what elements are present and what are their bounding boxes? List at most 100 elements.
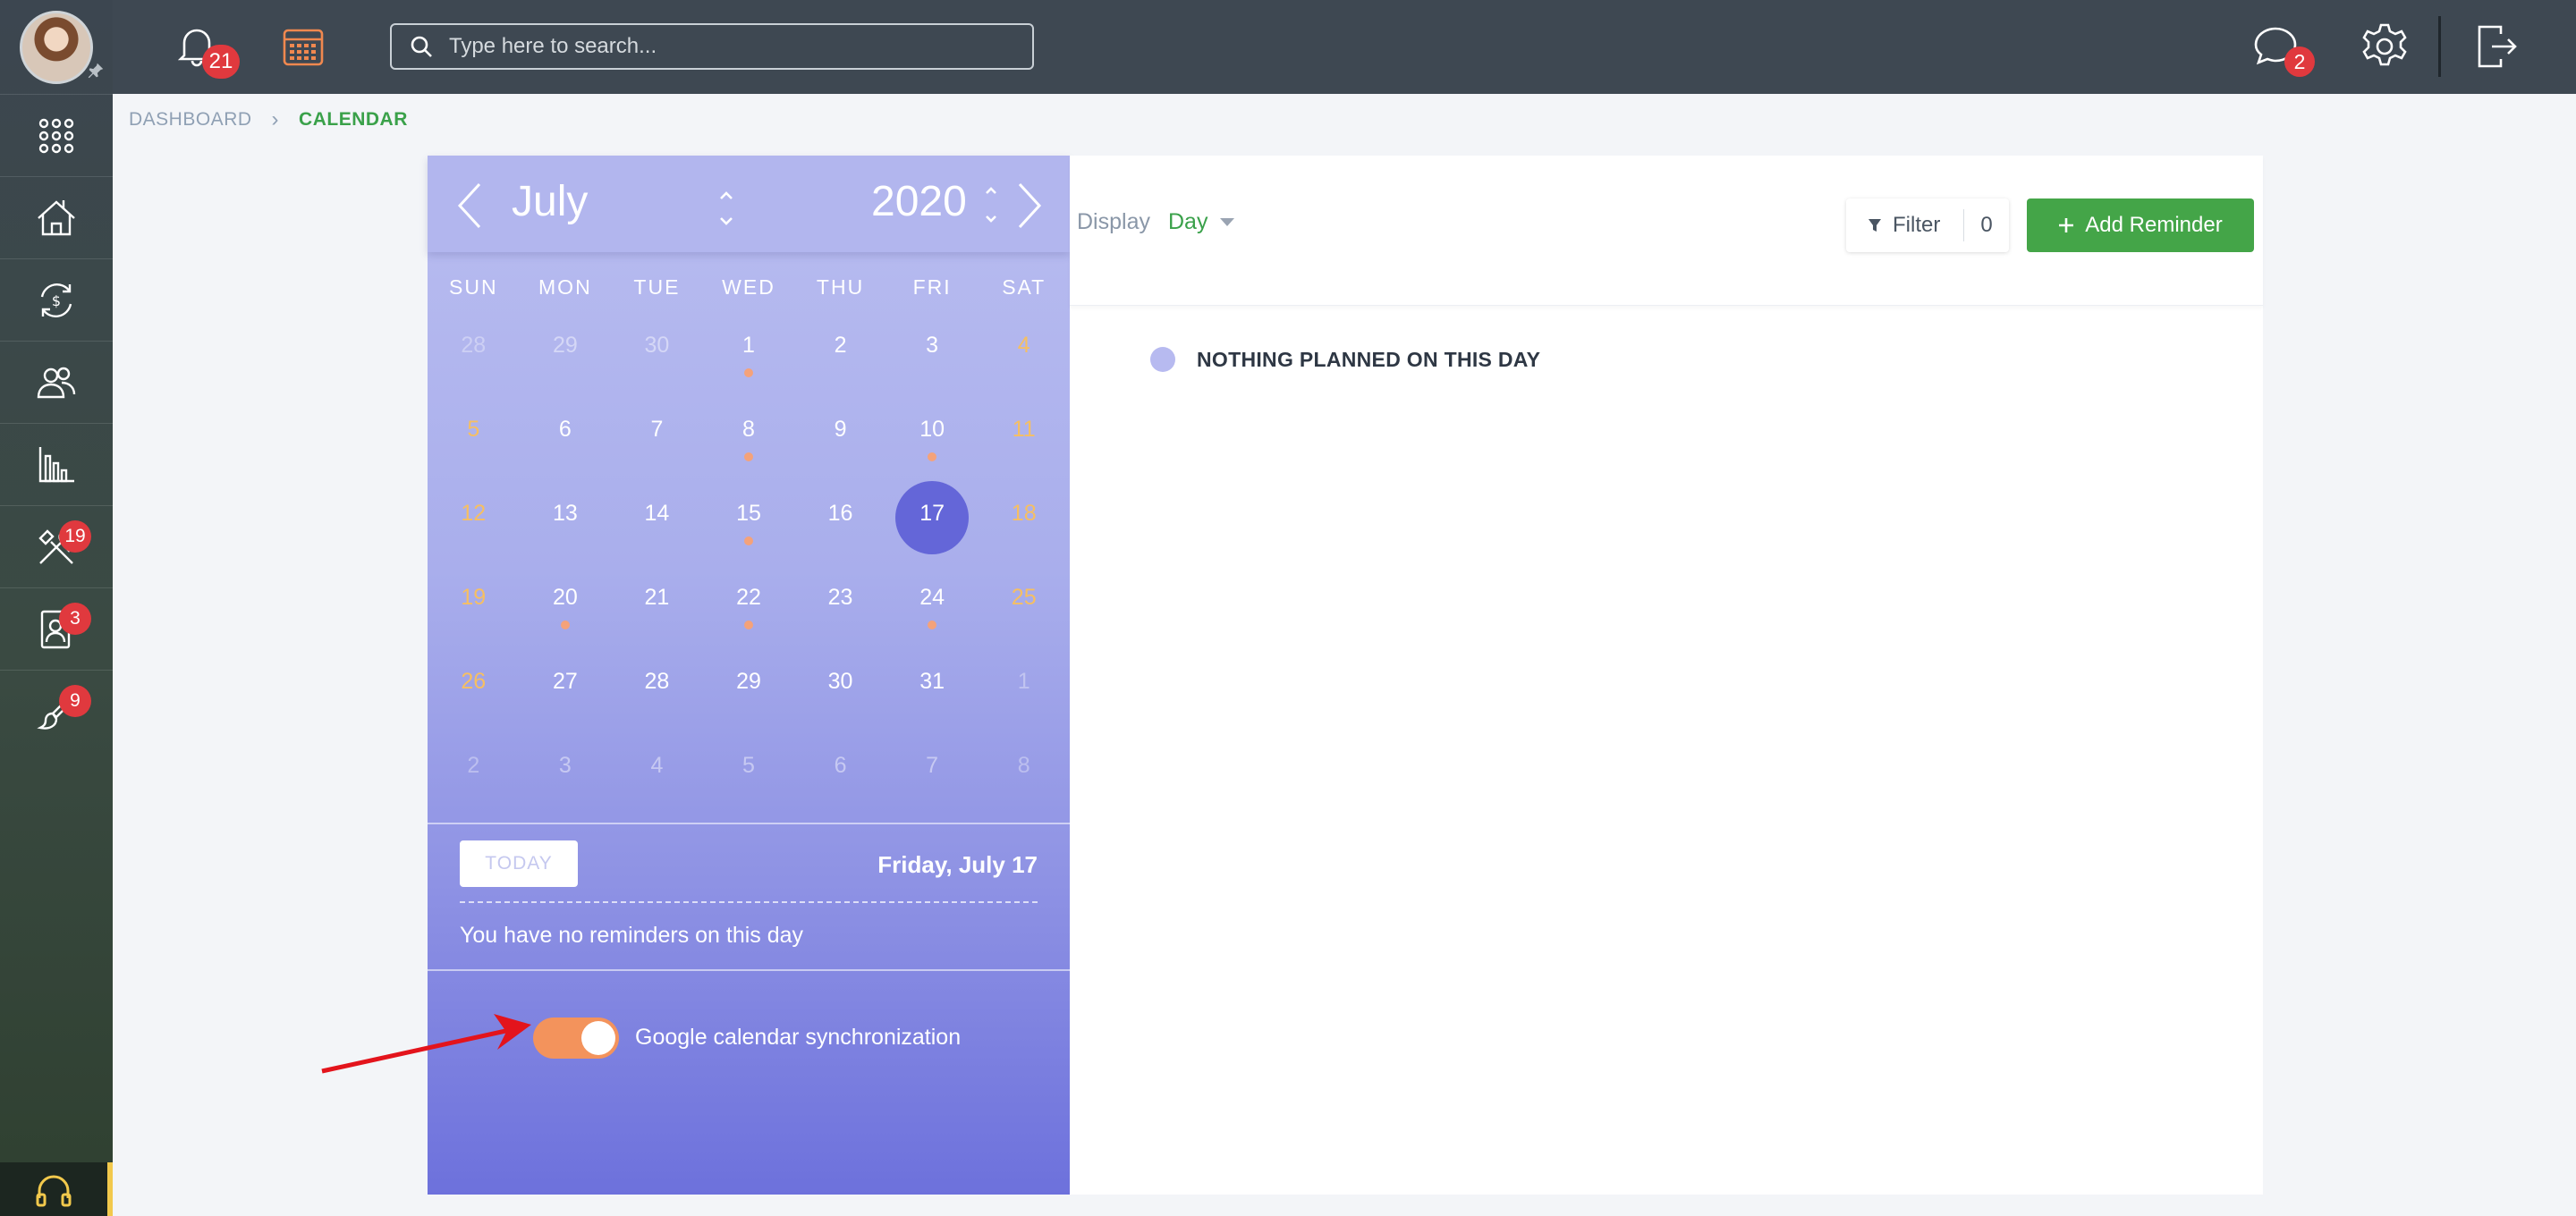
calendar-day[interactable]: 19 <box>428 562 520 646</box>
year-label[interactable]: 2020 <box>871 177 967 226</box>
plus-icon <box>2059 218 2074 232</box>
sidebar-item-projects[interactable]: 9 <box>0 670 113 752</box>
no-reminders-text: You have no reminders on this day <box>460 923 804 948</box>
day-number: 18 <box>1011 501 1037 526</box>
calendar-day[interactable]: 23 <box>794 562 886 646</box>
avatar[interactable] <box>20 10 93 84</box>
day-number: 14 <box>644 501 670 526</box>
calendar-day[interactable]: 3 <box>520 730 612 814</box>
add-reminder-button[interactable]: Add Reminder <box>2027 198 2254 252</box>
day-number: 4 <box>1017 333 1030 358</box>
calendar-day[interactable]: 27 <box>520 646 612 730</box>
calendar-day[interactable]: 24 <box>886 562 979 646</box>
calendar-day[interactable]: 1 <box>978 646 1070 730</box>
weekday-label: SAT <box>1002 275 1046 299</box>
calendar-day[interactable]: 5 <box>428 393 520 477</box>
calendar-day[interactable]: 8 <box>703 393 795 477</box>
calendar-icon <box>283 29 324 66</box>
calendar-day[interactable]: 2 <box>428 730 520 814</box>
calendar-day[interactable]: 13 <box>520 477 612 562</box>
day-number: 15 <box>736 501 761 526</box>
year-spinner-icon[interactable] <box>982 182 1000 227</box>
calendar-header: July 2020 <box>428 156 1070 252</box>
filter-icon <box>1868 219 1881 232</box>
calendar-day[interactable]: 29 <box>520 309 612 393</box>
calendar-day[interactable]: 30 <box>611 309 703 393</box>
calendar-day[interactable]: 26 <box>428 646 520 730</box>
calendar-day[interactable]: 2 <box>794 309 886 393</box>
sidebar-item-apps[interactable] <box>0 94 113 176</box>
calendar-button[interactable] <box>281 23 326 68</box>
day-number: 2 <box>467 753 480 778</box>
pin-icon[interactable] <box>86 61 106 80</box>
calendar-day[interactable]: 5 <box>703 730 795 814</box>
event-dot <box>560 621 570 629</box>
search-input[interactable] <box>449 34 1021 59</box>
empty-dot-icon <box>1150 347 1175 372</box>
day-number: 29 <box>736 669 761 694</box>
display-select[interactable]: Day <box>1168 209 1235 235</box>
sidebar-item-people[interactable] <box>0 341 113 423</box>
display-value: Day <box>1168 209 1208 234</box>
calendar-day[interactable]: 9 <box>794 393 886 477</box>
messages-badge: 2 <box>2284 46 2315 77</box>
calendar-day[interactable]: 10 <box>886 393 979 477</box>
calendar-day[interactable]: 7 <box>886 730 979 814</box>
search-box[interactable] <box>390 23 1034 70</box>
sidebar-item-finance[interactable]: $ <box>0 258 113 341</box>
day-number: 5 <box>742 753 755 778</box>
sidebar-item-contacts[interactable]: 3 <box>0 587 113 670</box>
month-label[interactable]: July <box>512 177 588 226</box>
logout-icon <box>2478 25 2517 68</box>
day-number: 4 <box>650 753 664 778</box>
sidebar-item-maintenance[interactable]: 19 <box>0 505 113 587</box>
calendar-day[interactable]: 6 <box>794 730 886 814</box>
calendar-day[interactable]: 11 <box>978 393 1070 477</box>
day-number: 16 <box>827 501 853 526</box>
prev-month-icon[interactable] <box>453 179 488 232</box>
calendar-day[interactable]: 4 <box>978 309 1070 393</box>
calendar-day[interactable]: 30 <box>794 646 886 730</box>
calendar-day[interactable]: 4 <box>611 730 703 814</box>
support-button[interactable] <box>0 1162 113 1216</box>
breadcrumb: DASHBOARD › CALENDAR <box>129 107 408 132</box>
logout-button[interactable] <box>2470 21 2521 72</box>
chevron-right-icon: › <box>271 107 280 131</box>
filter-count: 0 <box>1980 213 1993 237</box>
calendar-day[interactable]: 18 <box>978 477 1070 562</box>
day-number: 17 <box>919 501 945 526</box>
day-number: 7 <box>650 417 664 442</box>
month-spinner-icon[interactable] <box>717 186 735 231</box>
calendar-day[interactable]: 29 <box>703 646 795 730</box>
next-month-icon[interactable] <box>1011 179 1046 232</box>
day-number: 22 <box>736 585 761 610</box>
calendar-day[interactable]: 28 <box>428 309 520 393</box>
calendar-day[interactable]: 28 <box>611 646 703 730</box>
selected-date: Friday, July 17 <box>877 851 1038 878</box>
sidebar-item-reports[interactable] <box>0 423 113 505</box>
calendar-day[interactable]: 25 <box>978 562 1070 646</box>
calendar-day[interactable]: 8 <box>978 730 1070 814</box>
weekday-label: WED <box>722 275 775 299</box>
calendar-day[interactable]: 22 <box>703 562 795 646</box>
today-button[interactable]: TODAY <box>460 840 578 887</box>
sidebar-item-properties[interactable] <box>0 176 113 258</box>
calendar-day[interactable]: 7 <box>611 393 703 477</box>
calendar-day[interactable]: 20 <box>520 562 612 646</box>
calendar-day-selected[interactable]: 17 <box>886 477 979 562</box>
calendar-day[interactable]: 14 <box>611 477 703 562</box>
calendar-day[interactable]: 16 <box>794 477 886 562</box>
calendar-day[interactable]: 15 <box>703 477 795 562</box>
calendar-day[interactable]: 3 <box>886 309 979 393</box>
calendar-day[interactable]: 6 <box>520 393 612 477</box>
calendar-day[interactable]: 12 <box>428 477 520 562</box>
calendar-day[interactable]: 1 <box>703 309 795 393</box>
breadcrumb-dashboard[interactable]: DASHBOARD <box>129 109 252 131</box>
event-dot <box>928 621 937 629</box>
headset-icon <box>36 1175 72 1207</box>
weekday-label: MON <box>538 275 592 299</box>
calendar-day[interactable]: 21 <box>611 562 703 646</box>
filter-button[interactable]: Filter 0 <box>1846 198 2009 252</box>
settings-button[interactable] <box>2360 21 2410 72</box>
calendar-day[interactable]: 31 <box>886 646 979 730</box>
